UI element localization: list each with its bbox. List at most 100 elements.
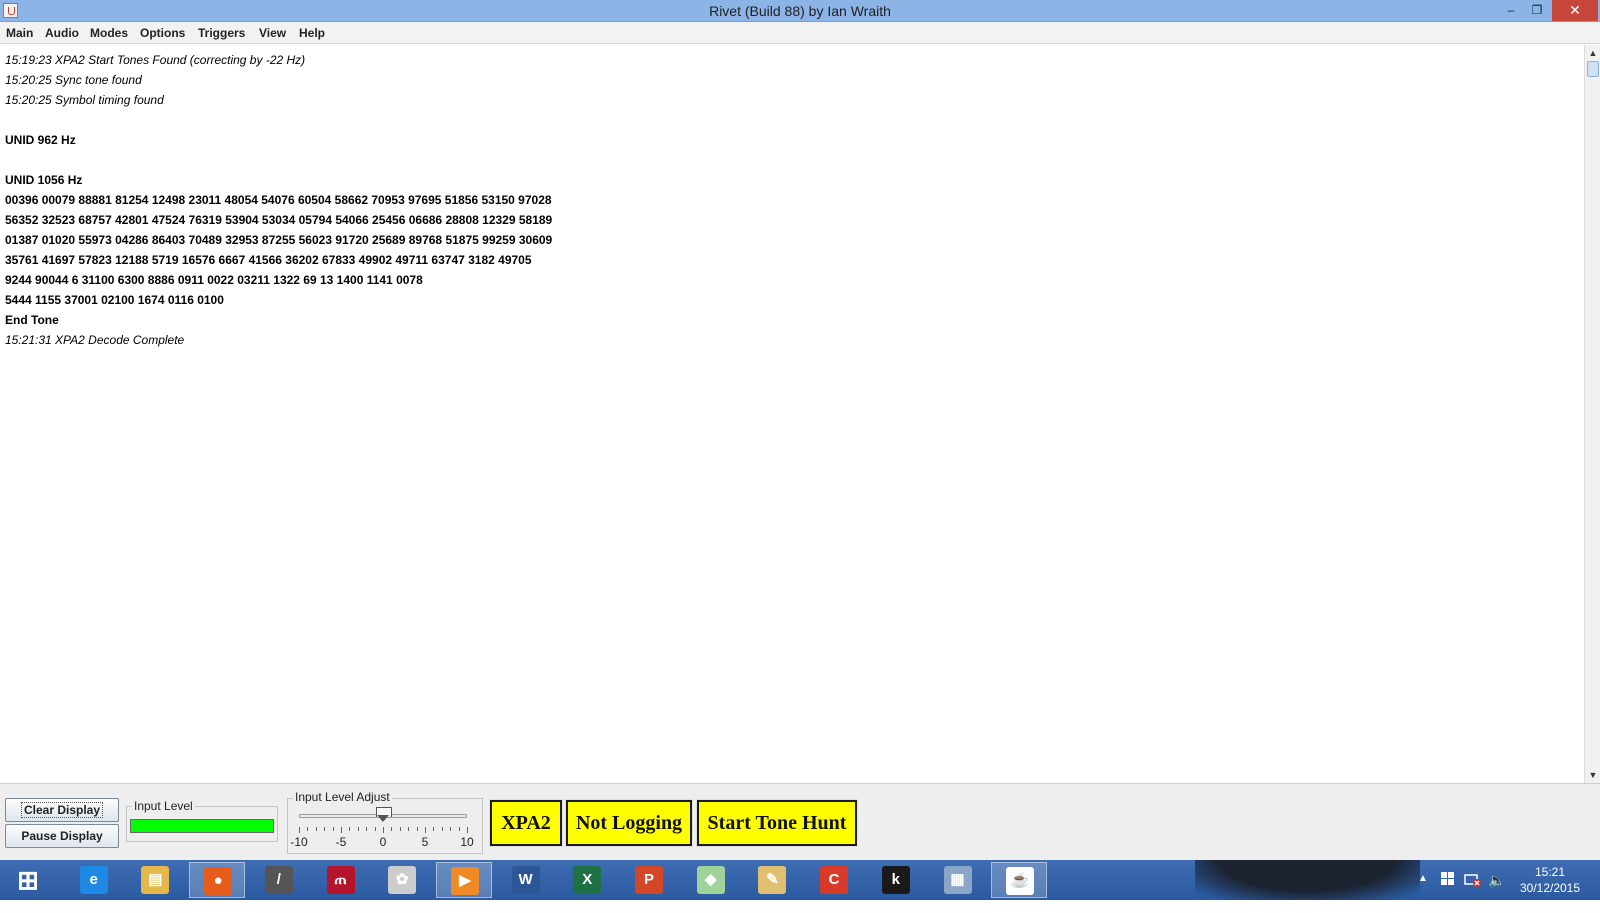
title-bar: Rivet (Build 88) by Ian Wraith – ❐ ✕	[0, 0, 1600, 22]
pause-display-button[interactable]: Pause Display	[5, 824, 119, 848]
slider-tick	[324, 827, 326, 831]
slider-tick	[299, 827, 300, 833]
paint-icon: ✎	[758, 866, 787, 894]
firefox-taskbar-button[interactable]: ●	[189, 862, 246, 898]
menu-view[interactable]: View	[259, 26, 286, 40]
system-clock[interactable]: 15:21 30/12/2015	[1510, 864, 1590, 896]
slider-tick	[441, 827, 443, 831]
wallpaper-shape	[1195, 860, 1420, 900]
menu-audio[interactable]: Audio	[45, 26, 79, 40]
log-line: 15:20:25 Symbol timing found	[5, 93, 164, 107]
start-taskbar-button[interactable]: ⊞	[0, 862, 56, 898]
log-line: UNID 1056 Hz	[5, 173, 83, 187]
minimize-button[interactable]: –	[1498, 0, 1524, 21]
menu-triggers[interactable]: Triggers	[198, 26, 245, 40]
mendeley-taskbar-button[interactable]: ጠ	[313, 862, 369, 898]
slider-tick	[391, 827, 393, 831]
sheep-icon: ✿	[388, 866, 417, 894]
slider-tick	[374, 827, 376, 831]
input-level-adjust-label: Input Level Adjust	[293, 790, 392, 804]
slider-tick	[416, 827, 418, 831]
show-hidden-icons-icon[interactable]: ▲	[1418, 873, 1428, 913]
microphone-taskbar-button[interactable]: /	[251, 862, 307, 898]
network-status-icon[interactable]	[1464, 872, 1482, 888]
word-taskbar-button[interactable]: W	[498, 862, 554, 898]
scrollbar-thumb[interactable]	[1587, 61, 1599, 77]
log-line: 15:20:25 Sync tone found	[5, 73, 142, 87]
slider-tick	[467, 827, 468, 833]
window-title: Rivet (Build 88) by Ian Wraith	[709, 3, 891, 19]
sheep-taskbar-button[interactable]: ✿	[374, 862, 430, 898]
folder-icon: ◆	[696, 866, 725, 894]
slider-tick	[458, 827, 460, 831]
menu-bar: Main Audio Modes Options Triggers View H…	[0, 22, 1600, 44]
media-player-icon: ▶	[450, 867, 479, 895]
calculator-icon: ▦	[943, 866, 972, 894]
slider-tick	[425, 827, 426, 833]
word-icon: W	[511, 866, 540, 894]
start-tone-hunt-button[interactable]: Start Tone Hunt	[696, 799, 858, 847]
close-button[interactable]: ✕	[1552, 0, 1598, 21]
slider-tick	[366, 827, 368, 831]
slider-tick-label: 5	[421, 835, 429, 849]
clock-time: 15:21	[1534, 865, 1566, 879]
control-panel: Clear Display Pause Display Input Level …	[0, 783, 1600, 860]
log-line: 15:19:23 XPA2 Start Tones Found (correct…	[5, 53, 306, 67]
slider-tick	[341, 827, 342, 833]
decode-log[interactable]: 15:19:23 XPA2 Start Tones Found (correct…	[0, 45, 1584, 783]
clear-display-button[interactable]: Clear Display	[5, 798, 119, 822]
action-center-flag-icon[interactable]	[1441, 872, 1455, 886]
menu-help[interactable]: Help	[299, 26, 325, 40]
log-line: 5444 1155 37001 02100 1674 0116 0100	[5, 293, 224, 307]
internet-explorer-taskbar-button[interactable]: e	[66, 862, 122, 898]
log-line: 35761 41697 57823 12188 5719 16576 6667 …	[5, 253, 532, 267]
log-line: 01387 01020 55973 04286 86403 70489 3295…	[5, 233, 553, 247]
powerpoint-taskbar-button[interactable]: P	[621, 862, 677, 898]
scroll-up-arrow-icon[interactable]: ▲	[1587, 47, 1599, 59]
java-taskbar-button[interactable]: ☕	[991, 862, 1048, 898]
media-player-taskbar-button[interactable]: ▶	[435, 862, 492, 898]
maximize-button[interactable]: ❐	[1524, 0, 1550, 21]
mendeley-icon: ጠ	[326, 866, 355, 894]
menu-options[interactable]: Options	[140, 26, 185, 40]
slider-tick	[315, 827, 317, 831]
slider-tick	[307, 827, 309, 831]
internet-explorer-icon: e	[79, 866, 108, 894]
mode-button[interactable]: XPA2	[489, 799, 563, 847]
kindle-taskbar-button[interactable]: k	[868, 862, 924, 898]
menu-main[interactable]: Main	[6, 26, 33, 40]
volume-icon[interactable]: 🔈	[1488, 872, 1505, 888]
slider-tick	[399, 827, 401, 831]
file-explorer-icon: ▤	[141, 866, 170, 894]
input-level-slider-thumb[interactable]	[376, 807, 392, 823]
java-icon: ☕	[1006, 867, 1035, 895]
calculator-taskbar-button[interactable]: ▦	[930, 862, 986, 898]
log-line: UNID 962 Hz	[5, 133, 76, 147]
scroll-down-arrow-icon[interactable]: ▼	[1587, 769, 1599, 781]
file-explorer-taskbar-button[interactable]: ▤	[127, 862, 183, 898]
menu-modes[interactable]: Modes	[90, 26, 128, 40]
logging-button[interactable]: Not Logging	[565, 799, 693, 847]
slider-tick-label: -10	[290, 835, 308, 849]
ccleaner-taskbar-button[interactable]: C	[806, 862, 862, 898]
folder-taskbar-button[interactable]: ◆	[683, 862, 739, 898]
ccleaner-icon: C	[820, 866, 849, 894]
input-level-group: Input Level	[126, 799, 278, 842]
slider-tick-label: 10	[460, 835, 474, 849]
log-line: 15:21:31 XPA2 Decode Complete	[5, 333, 185, 347]
slider-tick	[332, 827, 334, 831]
excel-icon: X	[573, 866, 602, 894]
input-level-adjust-group: Input Level Adjust -10 -5 0 5 10	[287, 790, 483, 854]
log-line: 56352 32523 68757 42801 47524 76319 5390…	[5, 213, 553, 227]
slider-tick-label: 0	[379, 835, 387, 849]
windows-taskbar: ⊞ e ▤ ● / ጠ ✿ ▶ W X P ◆ ✎ Ck ▦ ☕ ▲ 🔈 15:21 30/12/2015	[0, 860, 1600, 900]
excel-taskbar-button[interactable]: X	[559, 862, 615, 898]
log-line: 00396 00079 88881 81254 12498 23011 4805…	[5, 193, 552, 207]
slider-tick-label: -5	[335, 835, 347, 849]
log-scrollbar[interactable]: ▲ ▼	[1584, 45, 1600, 783]
firefox-icon: ●	[204, 867, 233, 895]
paint-taskbar-button[interactable]: ✎	[744, 862, 800, 898]
kindle-icon: k	[881, 866, 910, 894]
slider-tick	[357, 827, 359, 831]
slider-tick	[349, 827, 351, 831]
